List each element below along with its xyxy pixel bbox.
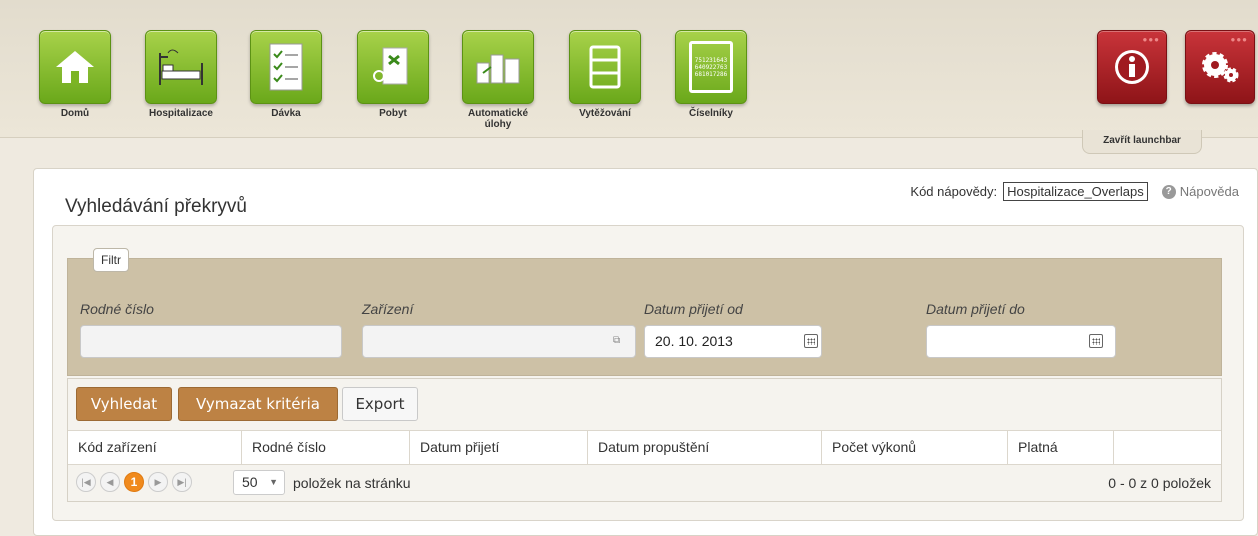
next-page-icon[interactable]: ▶ xyxy=(148,472,168,492)
column-header[interactable]: Počet výkonů xyxy=(822,431,1008,464)
zarizeni-label: Zařízení xyxy=(362,301,414,317)
current-page[interactable]: 1 xyxy=(124,472,144,492)
launch-hospitalizace[interactable]: Hospitalizace xyxy=(144,30,218,119)
pager: |◀ ◀ 1 ▶ ▶| 50 ▼ položek na stránku 0 - … xyxy=(68,465,1221,501)
document-cut-icon xyxy=(357,30,429,104)
numbers-tile-line: 681017286 xyxy=(694,70,728,78)
calendar-icon[interactable] xyxy=(1089,334,1103,348)
column-header[interactable]: Rodné číslo xyxy=(242,431,410,464)
search-container: Filtr Rodné číslo Zařízení ⧉ Datum přije… xyxy=(52,225,1244,521)
column-header[interactable]: Platná xyxy=(1008,431,1114,464)
home-icon xyxy=(39,30,111,104)
datum-do-label: Datum přijetí do xyxy=(926,301,1025,317)
page-size-select[interactable]: 50 ▼ xyxy=(233,470,285,495)
help-link[interactable]: ? Nápověda xyxy=(1161,184,1239,199)
launchbar: Domů Hospitalizace Dávka Pobyt Automatic… xyxy=(0,0,1258,138)
numbers-tile-line: 640922763 xyxy=(694,63,728,71)
calendar-icon[interactable] xyxy=(804,334,818,348)
launch-home-label: Domů xyxy=(60,108,90,119)
zarizeni-input[interactable] xyxy=(362,325,636,358)
popup-icon[interactable]: ⧉ xyxy=(613,334,627,348)
launch-ciselniky[interactable]: 751231643 640922763 681017286 Číselníky xyxy=(674,30,748,119)
page-title: Vyhledávání překryvů xyxy=(65,196,248,217)
filter-tab[interactable]: Filtr xyxy=(93,248,129,272)
launch-pobyt-label: Pobyt xyxy=(379,108,407,119)
datum-od-label: Datum přijetí od xyxy=(644,301,743,317)
column-header[interactable]: Kód zařízení xyxy=(68,431,242,464)
page-size-value: 50 xyxy=(242,474,258,490)
rodne-cislo-label: Rodné číslo xyxy=(80,301,154,317)
launch-pobyt[interactable]: Pobyt xyxy=(356,30,430,119)
prev-page-icon[interactable]: ◀ xyxy=(100,472,120,492)
filter-box: Filtr Rodné číslo Zařízení ⧉ Datum přije… xyxy=(67,248,1222,376)
help-code-label: Kód nápovědy: xyxy=(910,184,998,199)
info-button[interactable]: ●●● xyxy=(1097,30,1167,104)
help-code-value: Hospitalizace_Overlaps xyxy=(1003,182,1148,201)
tile-dots-icon: ●●● xyxy=(1230,35,1248,44)
pager-info: 0 - 0 z 0 položek xyxy=(1108,475,1211,491)
column-header[interactable]: Datum propuštění xyxy=(588,431,822,464)
help-row: Kód nápovědy: Hospitalizace_Overlaps ? N… xyxy=(910,182,1239,201)
first-page-icon[interactable]: |◀ xyxy=(76,472,96,492)
launch-home[interactable]: Domů xyxy=(38,30,112,119)
datum-do-input[interactable] xyxy=(926,325,1116,358)
launch-automaticke-ulohy-label: Automatické úlohy xyxy=(467,108,528,130)
datum-od-input[interactable]: 20. 10. 2013 xyxy=(644,325,822,358)
blocks-icon xyxy=(462,30,534,104)
grid-toolbar: Vyhledat Vymazat kritéria Export xyxy=(68,379,1221,431)
search-button[interactable]: Vyhledat xyxy=(76,387,172,421)
info-icon xyxy=(1115,50,1149,84)
gear-icon xyxy=(1202,52,1239,83)
last-page-icon[interactable]: ▶| xyxy=(172,472,192,492)
chevron-down-icon: ▼ xyxy=(269,477,278,487)
help-link-label: Nápověda xyxy=(1179,184,1239,199)
launch-davka-label: Dávka xyxy=(271,108,301,119)
tile-dots-icon: ●●● xyxy=(1142,35,1160,44)
launch-automaticke-ulohy[interactable]: Automatické úlohy xyxy=(461,30,535,130)
per-page-label: položek na stránku xyxy=(293,475,411,491)
numbers-icon: 751231643 640922763 681017286 xyxy=(675,30,747,104)
launch-vytezovani-label: Vytěžování xyxy=(579,108,631,119)
export-button[interactable]: Export xyxy=(342,387,418,421)
rodne-cislo-input[interactable] xyxy=(80,325,342,358)
table-header: Kód zařízení Rodné číslo Datum přijetí D… xyxy=(68,431,1221,465)
close-launchbar-button[interactable]: Zavřít launchbar xyxy=(1082,130,1202,154)
launch-ciselniky-label: Číselníky xyxy=(689,108,733,119)
bed-icon xyxy=(145,30,217,104)
main-panel: Vyhledávání překryvů Kód nápovědy: Hospi… xyxy=(33,168,1258,536)
clear-criteria-button[interactable]: Vymazat kritéria xyxy=(178,387,338,421)
numbers-tile-line: 751231643 xyxy=(694,56,728,64)
question-icon: ? xyxy=(1161,184,1176,199)
settings-button[interactable]: ●●● xyxy=(1185,30,1255,104)
cabinet-icon xyxy=(569,30,641,104)
launch-vytezovani[interactable]: Vytěžování xyxy=(568,30,642,119)
column-header[interactable]: Datum přijetí xyxy=(410,431,588,464)
checklist-icon xyxy=(250,30,322,104)
results-grid: Vyhledat Vymazat kritéria Export Kód zař… xyxy=(67,378,1222,502)
launch-davka[interactable]: Dávka xyxy=(249,30,323,119)
launch-hospitalizace-label: Hospitalizace xyxy=(149,108,213,119)
